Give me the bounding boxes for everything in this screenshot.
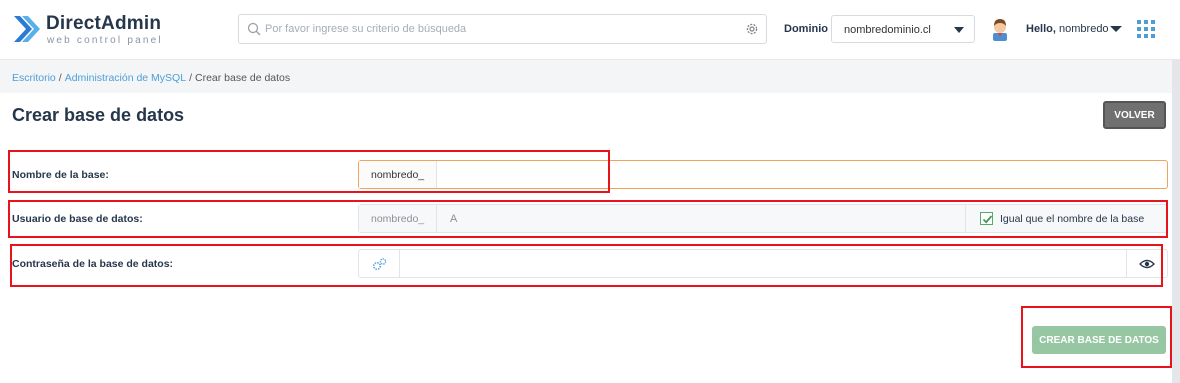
db-name-prefix: nombredo_ [359,161,437,188]
user-greeting[interactable]: Hello, nombredo [1026,23,1109,35]
create-database-button[interactable]: CREAR BASE DE DATOS [1032,326,1166,354]
brand-title: DirectAdmin [46,13,162,34]
db-name-field: nombredo_ [358,160,1168,189]
username: nombredo [1059,23,1109,35]
db-password-label: Contraseña de la base de datos: [12,258,174,270]
top-header: DirectAdmin web control panel Dominio no… [0,0,1180,60]
domain-label: Dominio [784,23,828,35]
same-as-db-name-checkbox[interactable] [980,212,993,225]
user-menu-chevron-icon[interactable] [1110,26,1122,32]
domain-selected-value: nombredominio.cl [844,24,931,36]
toggle-password-visibility-button[interactable] [1126,250,1167,277]
avatar[interactable] [989,17,1011,41]
eye-icon [1139,259,1155,269]
db-user-prefix: nombredo_ [359,205,437,232]
greeting-text: Hello, [1026,23,1056,35]
directadmin-logo-icon [14,16,40,42]
directadmin-logo[interactable]: DirectAdmin web control panel [12,10,172,50]
gear-icon[interactable] [745,22,759,36]
back-button[interactable]: VOLVER [1103,101,1166,129]
db-name-label: Nombre de la base: [12,169,109,181]
db-user-label: Usuario de base de datos: [12,213,143,225]
domain-select[interactable]: nombredominio.cl [831,15,975,43]
db-user-field: nombredo_ Igual que el nombre de la base [358,204,1168,233]
breadcrumb-current: Crear base de datos [195,72,291,84]
content-panel: Crear base de datos VOLVER Nombre de la … [0,93,1172,383]
checkmark-icon [982,215,993,224]
apps-grid-icon[interactable] [1137,20,1155,38]
db-password-input[interactable] [401,250,1121,277]
generate-password-button[interactable] [359,250,400,277]
breadcrumb-separator: / [58,72,62,84]
page-title: Crear base de datos [12,105,185,125]
breadcrumb-separator: / [189,72,192,84]
page-scrollbar[interactable] [1172,60,1180,383]
chevron-down-icon [954,27,964,33]
db-user-input[interactable] [438,205,958,232]
same-as-db-name-label: Igual que el nombre de la base [1000,213,1145,225]
breadcrumb: Escritorio / Administración de MySQL / Crear… [12,72,290,84]
breadcrumb-escritorio[interactable]: Escritorio [12,72,56,84]
db-password-field [358,249,1168,278]
same-as-db-name-option[interactable]: Igual que el nombre de la base [965,205,1167,232]
breadcrumb-mysql[interactable]: Administración de MySQL [65,72,186,84]
db-name-input[interactable] [438,161,1158,188]
search-icon [247,22,261,36]
search-input[interactable] [265,16,735,42]
gears-icon [372,258,387,271]
search-box [238,14,767,44]
brand-subtitle: web control panel [47,35,163,46]
